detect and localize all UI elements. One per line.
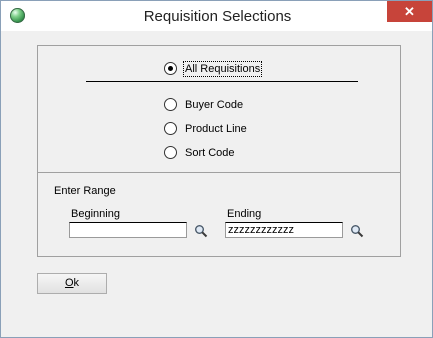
- radio-dot: [164, 122, 177, 135]
- selection-panel: All Requisitions Buyer Code Product Line…: [37, 45, 401, 257]
- radio-product-line[interactable]: Product Line: [164, 122, 247, 135]
- radio-dot: [164, 146, 177, 159]
- title-bar: Requisition Selections ✕: [1, 1, 432, 31]
- radio-label: Sort Code: [185, 146, 235, 159]
- radio-label: Buyer Code: [185, 98, 244, 111]
- close-button[interactable]: ✕: [387, 1, 432, 22]
- ok-button[interactable]: Ok: [37, 273, 107, 294]
- radio-label: All Requisitions: [182, 60, 263, 77]
- radio-sort-code[interactable]: Sort Code: [164, 146, 235, 159]
- beginning-lookup-icon[interactable]: [194, 224, 208, 238]
- ending-input[interactable]: zzzzzzzzzzzz: [225, 222, 343, 238]
- option-divider: [86, 81, 358, 82]
- radio-label: Product Line: [185, 122, 247, 135]
- ending-label: Ending: [227, 208, 262, 220]
- radio-dot: [164, 62, 177, 75]
- requisition-selections-dialog: Requisition Selections ✕ All Requisition…: [0, 0, 433, 338]
- radio-dot: [164, 98, 177, 111]
- window-title: Requisition Selections: [143, 8, 292, 25]
- radio-all-requisitions[interactable]: All Requisitions: [164, 60, 263, 77]
- beginning-input[interactable]: [69, 222, 187, 238]
- radio-buyer-code[interactable]: Buyer Code: [164, 98, 243, 111]
- ending-lookup-icon[interactable]: [350, 224, 364, 238]
- beginning-label: Beginning: [71, 208, 120, 220]
- section-divider: [38, 172, 400, 173]
- enter-range-label: Enter Range: [54, 185, 116, 197]
- ok-accelerator: O: [64, 277, 74, 289]
- ok-label-rest: k: [73, 277, 80, 289]
